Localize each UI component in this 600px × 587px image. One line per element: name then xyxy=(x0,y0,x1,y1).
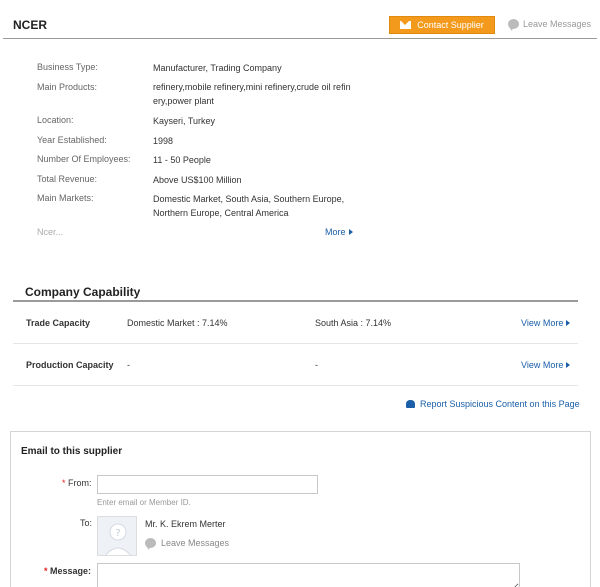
capability-divider xyxy=(13,300,578,302)
location-value: Kayseri, Turkey xyxy=(153,116,216,126)
location-label: Location: xyxy=(37,115,74,125)
view-more-label: View More xyxy=(521,360,564,370)
total-revenue-label: Total Revenue: xyxy=(37,174,98,184)
message-input[interactable] xyxy=(97,563,520,587)
report-suspicious-link[interactable]: Report Suspicious Content on this Page xyxy=(406,399,580,409)
supplier-title: NCER xyxy=(13,18,48,32)
envelope-icon xyxy=(400,21,412,29)
from-hint: Enter email or Member ID. xyxy=(97,498,191,507)
message-label-text: Message: xyxy=(50,566,92,576)
header-divider xyxy=(3,38,597,39)
employees-value: 11 - 50 People xyxy=(153,155,211,165)
main-markets-label: Main Markets: xyxy=(37,193,94,203)
from-label: * From: xyxy=(62,478,92,488)
avatar: ? xyxy=(97,516,137,556)
view-more-label: View More xyxy=(521,318,564,328)
to-label: To: xyxy=(80,518,93,528)
year-established-label: Year Established: xyxy=(37,135,107,145)
contact-supplier-label: Contact Supplier xyxy=(417,20,484,30)
alert-icon xyxy=(406,400,415,408)
arrow-right-icon xyxy=(566,362,571,368)
capability-title: Company Capability xyxy=(25,285,141,299)
business-type-value: Manufacturer, Trading Company xyxy=(153,63,282,73)
arrow-right-icon xyxy=(348,229,353,235)
total-revenue-value: Above US$100 Million xyxy=(153,175,242,185)
chat-bubble-icon xyxy=(508,19,519,31)
required-mark: * xyxy=(44,566,48,576)
email-form-title: Email to this supplier xyxy=(21,446,123,457)
leave-messages-label: Leave Messages xyxy=(161,538,230,548)
description-snippet: Ncer... xyxy=(37,227,64,237)
production-capacity-value-2: - xyxy=(315,360,318,370)
svg-text:?: ? xyxy=(115,528,120,539)
employees-label: Number Of Employees: xyxy=(37,154,131,164)
main-products-value[interactable]: refinery,mobile refinery,mini refinery,c… xyxy=(153,80,358,108)
more-link[interactable]: More xyxy=(325,227,353,237)
leave-messages-link[interactable]: Leave Messages xyxy=(508,19,592,31)
production-capacity-view-more[interactable]: View More xyxy=(521,360,571,370)
row-divider xyxy=(13,343,578,344)
main-products-label: Main Products: xyxy=(37,82,98,92)
required-mark: * xyxy=(62,478,66,488)
main-markets-value[interactable]: Domestic Market, South Asia, Southern Eu… xyxy=(153,192,358,220)
business-type-label: Business Type: xyxy=(37,62,98,72)
chat-bubble-icon xyxy=(145,538,156,550)
user-placeholder-icon: ? xyxy=(98,517,136,555)
contact-supplier-button[interactable]: Contact Supplier xyxy=(389,16,495,34)
trade-capacity-label: Trade Capacity xyxy=(26,318,91,328)
production-capacity-label: Production Capacity xyxy=(26,360,114,370)
leave-messages-link[interactable]: Leave Messages xyxy=(145,538,230,550)
report-label: Report Suspicious Content on this Page xyxy=(420,399,580,409)
row-divider xyxy=(13,385,578,386)
production-capacity-value-1: - xyxy=(127,360,130,370)
more-link-label: More xyxy=(325,227,346,237)
arrow-right-icon xyxy=(566,320,571,326)
from-input[interactable] xyxy=(97,475,318,494)
trade-capacity-view-more[interactable]: View More xyxy=(521,318,571,328)
trade-capacity-value-2: South Asia : 7.14% xyxy=(315,318,392,328)
recipient-name: Mr. K. Ekrem Merter xyxy=(145,519,226,529)
trade-capacity-value-1: Domestic Market : 7.14% xyxy=(127,318,228,328)
from-label-text: From: xyxy=(68,478,92,488)
message-label: * Message: xyxy=(44,566,91,576)
leave-messages-label: Leave Messages xyxy=(523,19,592,29)
year-established-value[interactable]: 1998 xyxy=(153,134,358,148)
